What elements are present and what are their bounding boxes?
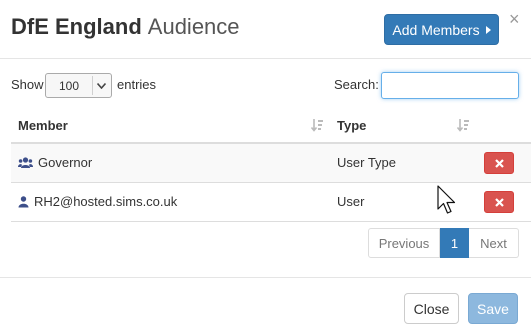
member-cell: Governor [18,155,92,170]
type-cell: User [337,194,365,209]
modal-header: DfE England Audience Add Members × [0,0,531,59]
add-members-button[interactable]: Add Members [384,14,499,45]
close-icon [494,197,504,207]
modal-title-subtitle: Audience [147,14,240,39]
modal-footer: Close Save [0,277,531,335]
sort-icon[interactable] [310,118,324,135]
sort-icon[interactable] [456,118,470,135]
entries-label: entries [117,77,157,92]
member-name: Governor [38,155,93,170]
add-members-label: Add Members [392,21,480,38]
mouse-pointer-icon [437,185,456,214]
show-label: Show [11,77,44,92]
pagination: Previous 1 Next [368,228,519,258]
column-header-member[interactable]: Member [18,118,68,133]
search-input[interactable] [381,72,519,99]
modal-title: DfE England Audience [11,13,240,41]
user-icon [18,195,29,207]
member-name: RH2@hosted.sims.co.uk [34,194,178,209]
remove-member-button[interactable] [484,191,514,213]
member-cell: RH2@hosted.sims.co.uk [18,194,177,209]
search-label: Search: [334,77,379,92]
truncated-close-icon[interactable]: × [509,10,520,28]
page-length-value: 100 [59,78,80,93]
column-header-type[interactable]: Type [337,118,366,133]
page-length-select[interactable]: 100 [45,73,112,98]
save-button[interactable]: Save [468,293,518,324]
caret-right-icon [485,25,491,34]
remove-member-button[interactable] [484,152,514,174]
users-icon [18,156,33,168]
pagination-next[interactable]: Next [469,228,519,258]
close-icon [494,158,504,168]
chevron-down-icon [92,76,109,95]
table-header-row: Member Type [11,110,531,144]
table-row: Governor User Type [11,144,531,183]
type-cell: User Type [337,155,397,170]
pagination-previous[interactable]: Previous [368,228,440,258]
pagination-page-current[interactable]: 1 [440,228,469,258]
close-button[interactable]: Close [404,293,459,324]
modal-title-name: DfE England [11,14,142,39]
